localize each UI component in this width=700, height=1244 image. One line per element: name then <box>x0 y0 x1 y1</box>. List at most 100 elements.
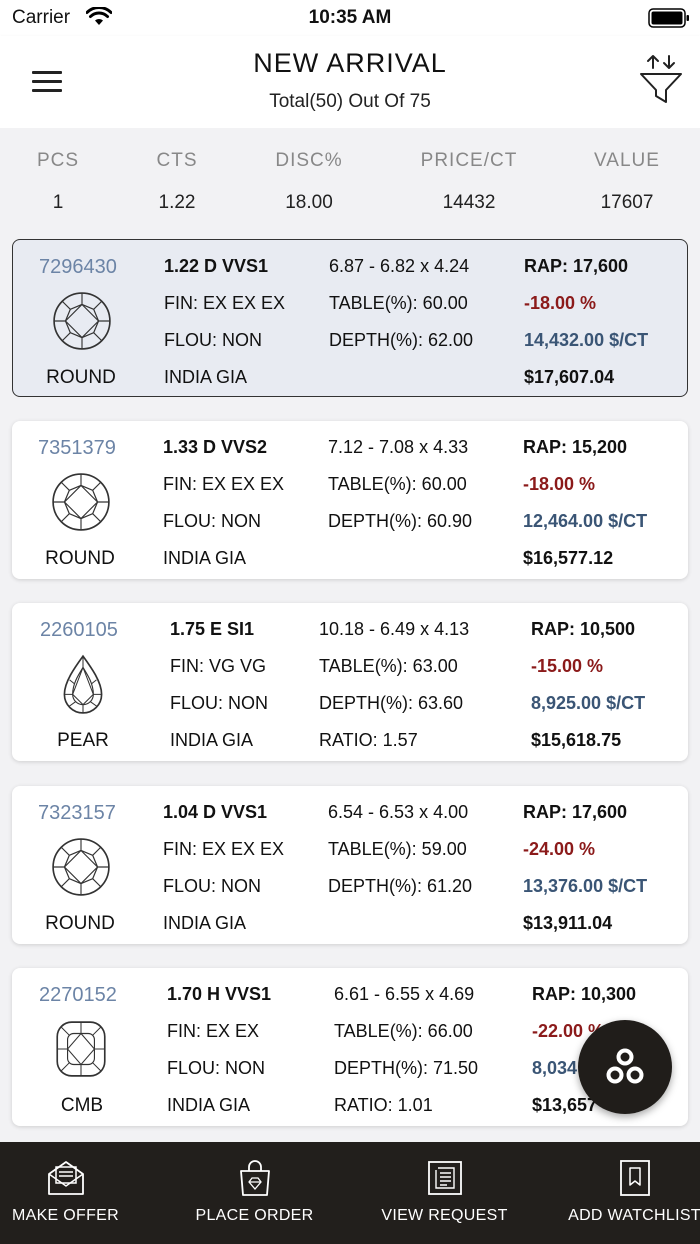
stone-depth: DEPTH(%): 71.50 <box>334 1058 479 1078</box>
stone-spec: 1.70 H VVS1 <box>167 984 272 1004</box>
stone-measurement: 6.61 - 6.55 x 4.69 <box>334 984 475 1004</box>
dots-cluster-icon <box>606 1048 644 1084</box>
view-request-label: VIEW REQUEST <box>381 1207 508 1224</box>
place-order-label: PLACE ORDER <box>195 1207 314 1224</box>
cushion-diamond-icon <box>56 1021 106 1077</box>
stone-table: TABLE(%): 63.00 <box>319 656 458 676</box>
stone-measurement: 10.18 - 6.49 x 4.13 <box>319 619 470 639</box>
stone-shape: ROUND <box>45 548 115 569</box>
stone-depth: DEPTH(%): 60.90 <box>328 511 473 531</box>
status-bar: Carrier 10:35 AM <box>0 0 700 36</box>
cts-header: CTS <box>156 150 198 171</box>
make-offer-button[interactable]: MAKE OFFER <box>0 1142 153 1244</box>
stone-table: TABLE(%): 60.00 <box>329 293 468 313</box>
more-actions-fab[interactable] <box>578 1020 672 1114</box>
stone-depth: DEPTH(%): 63.60 <box>319 693 464 713</box>
stone-spec: 1.04 D VVS1 <box>163 802 268 822</box>
stone-table: TABLE(%): 66.00 <box>334 1021 473 1041</box>
round-diamond-icon <box>52 838 110 896</box>
stone-id[interactable]: 2270152 <box>39 984 117 1007</box>
stone-card[interactable]: 7351379 ROUND 1.33 D VVS2 FIN: EX EX EX … <box>12 421 688 579</box>
stone-shape: ROUND <box>46 367 116 388</box>
stone-discount: -24.00 % <box>523 839 596 859</box>
make-offer-label: MAKE OFFER <box>11 1207 119 1224</box>
value-header: VALUE <box>594 150 660 171</box>
stone-card[interactable]: 7296430 ROUND 1.22 D VVS1 FIN: EX EX EX … <box>12 239 688 397</box>
stone-fluorescence: FLOU: NON <box>163 876 262 896</box>
stone-ratio: RATIO: 1.01 <box>334 1095 433 1115</box>
stone-location-lab: INDIA GIA <box>164 367 248 387</box>
stone-spec: 1.22 D VVS1 <box>164 256 269 276</box>
stone-table: TABLE(%): 59.00 <box>328 839 467 859</box>
page-title: NEW ARRIVAL <box>253 48 447 78</box>
stone-price-per-ct: 13,376.00 $/CT <box>523 876 648 896</box>
stone-price-per-ct: 12,464.00 $/CT <box>523 511 648 531</box>
stone-rap: RAP: 10,300 <box>532 984 637 1004</box>
envelope-icon <box>48 1161 84 1195</box>
stone-depth: DEPTH(%): 61.20 <box>328 876 473 896</box>
view-request-button[interactable]: VIEW REQUEST <box>357 1142 532 1244</box>
stone-rap: RAP: 17,600 <box>523 802 628 822</box>
stone-id[interactable]: 2260105 <box>40 619 118 642</box>
stone-shape: PEAR <box>57 730 109 751</box>
pcs-value: 1 <box>52 192 64 213</box>
stone-total-price: $13,911.04 <box>523 913 613 933</box>
stone-discount: -15.00 % <box>531 656 604 676</box>
stone-table: TABLE(%): 60.00 <box>328 474 467 494</box>
place-order-button[interactable]: PLACE ORDER <box>167 1142 342 1244</box>
battery-icon <box>648 8 689 28</box>
stone-shape: ROUND <box>45 913 115 934</box>
navigation-bar: NEW ARRIVAL Total(50) Out Of 75 <box>0 36 700 128</box>
stone-measurement: 6.87 - 6.82 x 4.24 <box>329 256 470 276</box>
disc-value: 18.00 <box>285 192 333 213</box>
stone-fluorescence: FLOU: NON <box>163 511 262 531</box>
stone-spec: 1.75 E SI1 <box>170 619 255 639</box>
stone-finish: FIN: EX EX <box>167 1021 260 1041</box>
disc-header: DISC% <box>275 150 343 171</box>
selection-summary: PCS 1 CTS 1.22 DISC% 18.00 PRICE/CT 1443… <box>0 128 700 232</box>
stone-depth: DEPTH(%): 62.00 <box>329 330 474 350</box>
stone-total-price: $17,607.04 <box>524 367 615 387</box>
stone-id[interactable]: 7323157 <box>38 802 116 825</box>
stone-location-lab: INDIA GIA <box>167 1095 251 1115</box>
round-diamond-icon <box>53 292 111 350</box>
add-watchlist-button[interactable]: ADD WATCHLIST <box>547 1142 700 1244</box>
price-ct-header: PRICE/CT <box>420 150 518 171</box>
stone-rap: RAP: 10,500 <box>531 619 636 639</box>
filter-sort-icon[interactable] <box>638 54 684 106</box>
stone-id[interactable]: 7351379 <box>38 437 116 460</box>
stone-location-lab: INDIA GIA <box>163 913 247 933</box>
total-value: 17607 <box>600 192 654 213</box>
stone-spec: 1.33 D VVS2 <box>163 437 268 457</box>
clock: 10:35 AM <box>308 7 392 28</box>
stone-finish: FIN: EX EX EX <box>163 474 285 494</box>
stone-id[interactable]: 7296430 <box>39 256 117 279</box>
stone-discount: -18.00 % <box>523 474 596 494</box>
stone-total-price: $13,657 <box>532 1095 598 1115</box>
cts-value: 1.22 <box>158 192 196 213</box>
total-count: Total(50) Out Of 75 <box>269 91 431 112</box>
document-list-icon <box>428 1161 462 1195</box>
stone-measurement: 6.54 - 6.53 x 4.00 <box>328 802 469 822</box>
stone-price-per-ct: 8,034 <box>532 1058 578 1078</box>
stone-rap: RAP: 17,600 <box>524 256 629 276</box>
stone-rap: RAP: 15,200 <box>523 437 628 457</box>
stone-location-lab: INDIA GIA <box>163 548 247 568</box>
round-diamond-icon <box>52 473 110 531</box>
stone-card[interactable]: 2260105 PEAR 1.75 E SI1 FIN: VG VG FLOU:… <box>12 603 688 761</box>
stone-fluorescence: FLOU: NON <box>164 330 263 350</box>
pear-diamond-icon <box>63 654 103 714</box>
stone-measurement: 7.12 - 7.08 x 4.33 <box>328 437 469 457</box>
bottom-action-bar: MAKE OFFER PLACE ORDER VIEW REQUEST ADD … <box>0 1142 700 1244</box>
stone-card[interactable]: 7323157 ROUND 1.04 D VVS1 FIN: EX EX EX … <box>12 786 688 944</box>
stone-finish: FIN: EX EX EX <box>163 839 285 859</box>
stone-fluorescence: FLOU: NON <box>170 693 269 713</box>
stone-ratio: RATIO: 1.57 <box>319 730 418 750</box>
stone-location-lab: INDIA GIA <box>170 730 254 750</box>
stone-finish: FIN: EX EX EX <box>164 293 286 313</box>
pcs-header: PCS <box>36 150 80 171</box>
stone-discount: -18.00 % <box>524 293 597 313</box>
stone-total-price: $15,618.75 <box>531 730 622 750</box>
shopping-bag-icon <box>240 1160 270 1196</box>
stone-total-price: $16,577.12 <box>523 548 614 568</box>
